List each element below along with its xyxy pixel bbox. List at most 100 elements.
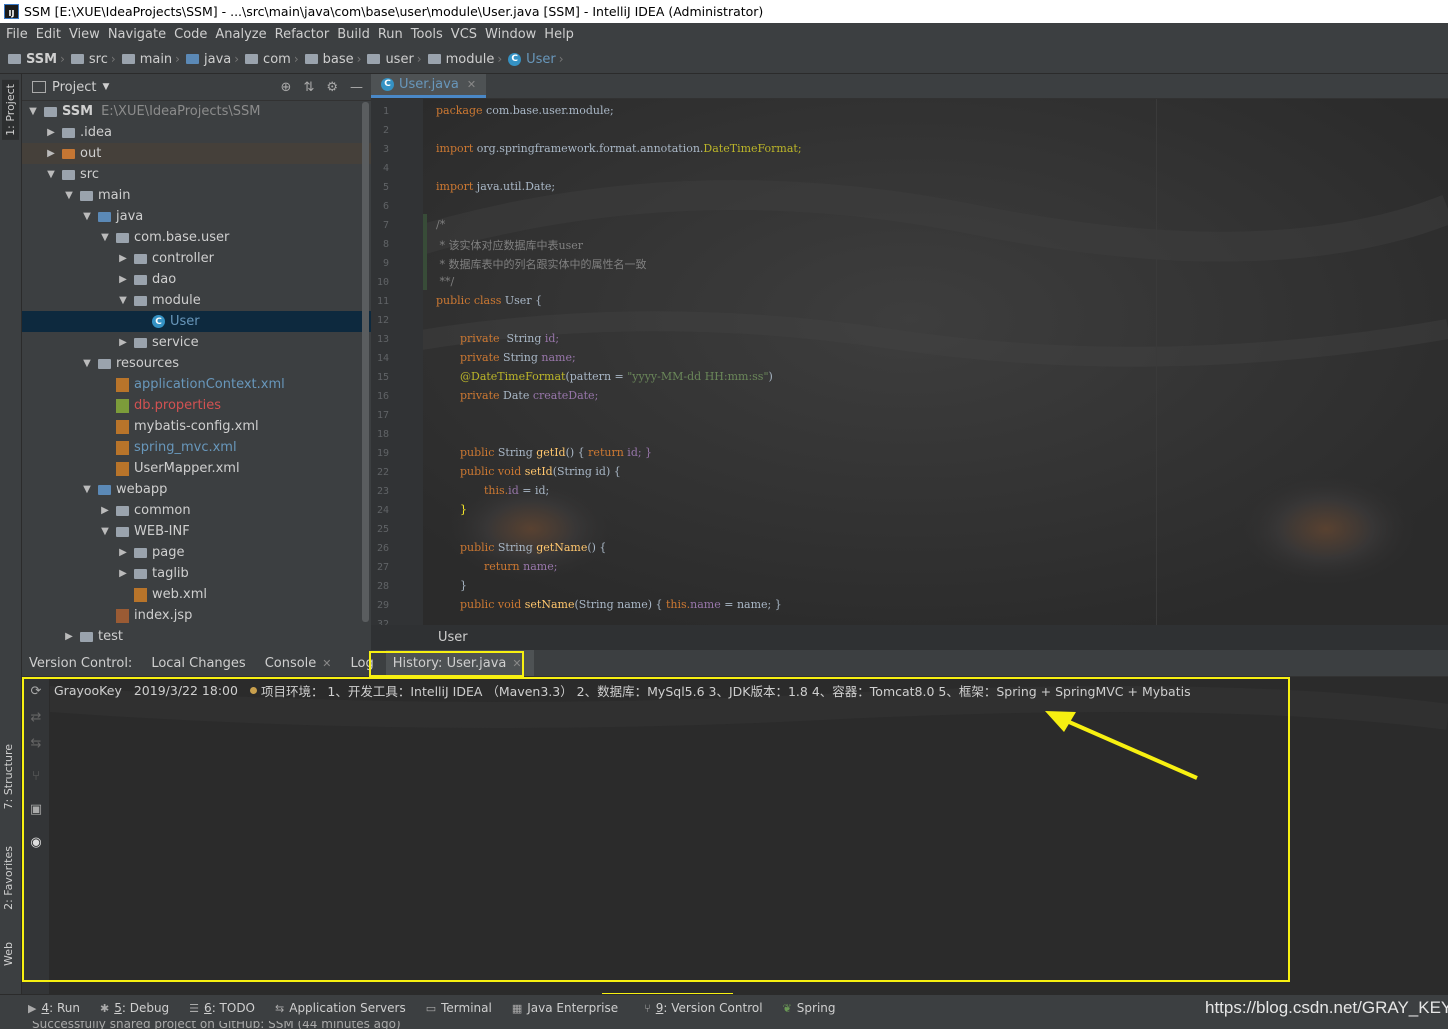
- tree-item-src[interactable]: ▼ src: [22, 164, 371, 185]
- tab-console[interactable]: Console ✕: [258, 656, 344, 671]
- code-line[interactable]: * 该实体对应数据库中表user: [436, 237, 583, 253]
- tab-version-control[interactable]: ⑂ 9: Version Control: [644, 1001, 762, 1015]
- tab-history-user-java[interactable]: History: User.java ✕: [385, 650, 534, 676]
- tree-item-controller[interactable]: ▶ controller: [22, 248, 371, 269]
- code-line[interactable]: public void setName(String name) { this.…: [460, 598, 782, 611]
- close-icon[interactable]: ✕: [467, 78, 476, 91]
- menu-window[interactable]: Window: [481, 27, 540, 42]
- tree-item-service[interactable]: ▶ service: [22, 332, 371, 353]
- tree-item-com-base-user[interactable]: ▼ com.base.user: [22, 227, 371, 248]
- crumb-main[interactable]: main ›: [121, 52, 184, 67]
- code-line[interactable]: import java.util.Date;: [436, 180, 555, 193]
- code-line[interactable]: /*: [436, 218, 445, 231]
- tree-item-db-properties[interactable]: db.properties: [22, 395, 371, 416]
- tree-item-test[interactable]: ▶ test: [22, 626, 371, 647]
- locate-icon[interactable]: ⊕: [281, 80, 292, 95]
- tab-todo[interactable]: ☰ 6: TODO: [189, 1001, 255, 1015]
- tab-run[interactable]: ▶ 4: Run: [28, 1001, 80, 1015]
- menu-code[interactable]: Code: [170, 27, 211, 42]
- compare-icon[interactable]: ⇆: [29, 737, 43, 751]
- menu-file[interactable]: File: [2, 27, 32, 42]
- tree-item-webapp[interactable]: ▼ webapp: [22, 479, 371, 500]
- tab-spring[interactable]: ❦ Spring: [783, 1001, 836, 1015]
- code-line[interactable]: package com.base.user.module;: [436, 104, 614, 117]
- collapse-all-icon[interactable]: ⇅: [303, 80, 314, 95]
- code-line[interactable]: public String getId() { return id; }: [460, 446, 652, 459]
- menu-edit[interactable]: Edit: [32, 27, 65, 42]
- diff-icon[interactable]: ⇄: [29, 711, 43, 725]
- code-line[interactable]: @DateTimeFormat(pattern = "yyyy-MM-dd HH…: [460, 370, 773, 383]
- code-line[interactable]: import org.springframework.format.annota…: [436, 142, 802, 155]
- tab-favorites-tool[interactable]: 2: Favorites: [2, 846, 15, 910]
- editor-breadcrumb[interactable]: User: [371, 625, 1448, 650]
- crumb-com[interactable]: com ›: [245, 52, 303, 67]
- tab-structure-tool[interactable]: 7: Structure: [2, 744, 15, 809]
- tree-item-idea[interactable]: ▶ .idea: [22, 122, 371, 143]
- menu-view[interactable]: View: [65, 27, 104, 42]
- code-line[interactable]: public class User {: [436, 294, 542, 307]
- github-icon[interactable]: ◉: [29, 836, 43, 850]
- tab-user-java[interactable]: C User.java ✕: [371, 74, 487, 98]
- tree-item-user[interactable]: C User: [22, 311, 371, 332]
- tree-item-main[interactable]: ▼ main: [22, 185, 371, 206]
- menu-tools[interactable]: Tools: [407, 27, 447, 42]
- menu-refactor[interactable]: Refactor: [271, 27, 334, 42]
- crumb-ssm[interactable]: SSM ›: [8, 52, 69, 67]
- tree-item-common[interactable]: ▶ common: [22, 500, 371, 521]
- tree-item-taglib[interactable]: ▶ taglib: [22, 563, 371, 584]
- tree-item-page[interactable]: ▶ page: [22, 542, 371, 563]
- tree-item-web-inf[interactable]: ▼ WEB-INF: [22, 521, 371, 542]
- tree-item-java[interactable]: ▼ java: [22, 206, 371, 227]
- tab-terminal[interactable]: ▭ Terminal: [426, 1001, 492, 1015]
- code-line[interactable]: private String name;: [460, 351, 576, 364]
- tree-item-ssm[interactable]: ▼ SSM E:\XUE\IdeaProjects\SSM: [22, 101, 371, 122]
- crumb-user[interactable]: user ›: [367, 52, 425, 67]
- menu-help[interactable]: Help: [540, 27, 578, 42]
- tree-item-usermapper[interactable]: UserMapper.xml: [22, 458, 371, 479]
- project-scrollbar[interactable]: [362, 102, 369, 622]
- code-line[interactable]: private String id;: [460, 332, 559, 345]
- code-line[interactable]: }: [460, 503, 467, 516]
- crumb-src[interactable]: src ›: [70, 52, 120, 67]
- code-line[interactable]: **/: [436, 275, 454, 288]
- menu-build[interactable]: Build: [333, 27, 374, 42]
- tab-log[interactable]: Log: [344, 656, 386, 671]
- project-panel-title[interactable]: Project: [52, 80, 96, 95]
- close-icon[interactable]: ✕: [322, 657, 331, 670]
- crumb-base[interactable]: base ›: [304, 52, 366, 67]
- branch-icon[interactable]: ⑂: [29, 770, 43, 784]
- tree-item-web-xml[interactable]: web.xml: [22, 584, 371, 605]
- tree-item-index-jsp[interactable]: index.jsp: [22, 605, 371, 626]
- tree-item-spring-mvc[interactable]: spring_mvc.xml: [22, 437, 371, 458]
- refresh-icon[interactable]: ⟳: [29, 685, 43, 699]
- code-line[interactable]: * 数据库表中的列名跟实体中的属性名一致: [436, 256, 646, 272]
- tab-project-tool[interactable]: 1: Project: [2, 80, 19, 140]
- code-line[interactable]: return name;: [484, 560, 557, 573]
- tab-web-tool[interactable]: Web: [2, 942, 15, 966]
- tab-java-enterprise[interactable]: ▦ Java Enterprise: [512, 1001, 618, 1015]
- tree-item-out[interactable]: ▶ out: [22, 143, 371, 164]
- tree-item-applicationcontext[interactable]: applicationContext.xml: [22, 374, 371, 395]
- code-line[interactable]: this.id = id;: [484, 484, 549, 497]
- history-row[interactable]: GrayooKey 2019/3/22 18:00 项目环境： 1、开发工具：I…: [54, 681, 1203, 699]
- gear-icon[interactable]: ⚙: [326, 80, 338, 95]
- close-icon[interactable]: ✕: [512, 657, 521, 670]
- crumb-module[interactable]: module ›: [427, 52, 507, 67]
- tab-debug[interactable]: ✱ 5: Debug: [100, 1001, 169, 1015]
- code-line[interactable]: private Date createDate;: [460, 389, 598, 402]
- menu-analyze[interactable]: Analyze: [211, 27, 270, 42]
- tab-application-servers[interactable]: ⇆ Application Servers: [275, 1001, 406, 1015]
- crumb-java[interactable]: java ›: [185, 52, 243, 67]
- code-line[interactable]: public void setId(String id) {: [460, 465, 621, 478]
- tree-item-module[interactable]: ▼ module: [22, 290, 371, 311]
- crumb-user-class[interactable]: C User ›: [508, 52, 567, 67]
- code-line[interactable]: public String getName() {: [460, 541, 606, 554]
- save-icon[interactable]: ▣: [29, 803, 43, 817]
- tree-item-mybatis-config[interactable]: mybatis-config.xml: [22, 416, 371, 437]
- tab-local-changes[interactable]: Local Changes: [144, 656, 257, 671]
- hide-icon[interactable]: —: [350, 80, 363, 95]
- menu-run[interactable]: Run: [374, 27, 407, 42]
- tree-item-dao[interactable]: ▶ dao: [22, 269, 371, 290]
- menu-navigate[interactable]: Navigate: [104, 27, 170, 42]
- menu-vcs[interactable]: VCS: [447, 27, 481, 42]
